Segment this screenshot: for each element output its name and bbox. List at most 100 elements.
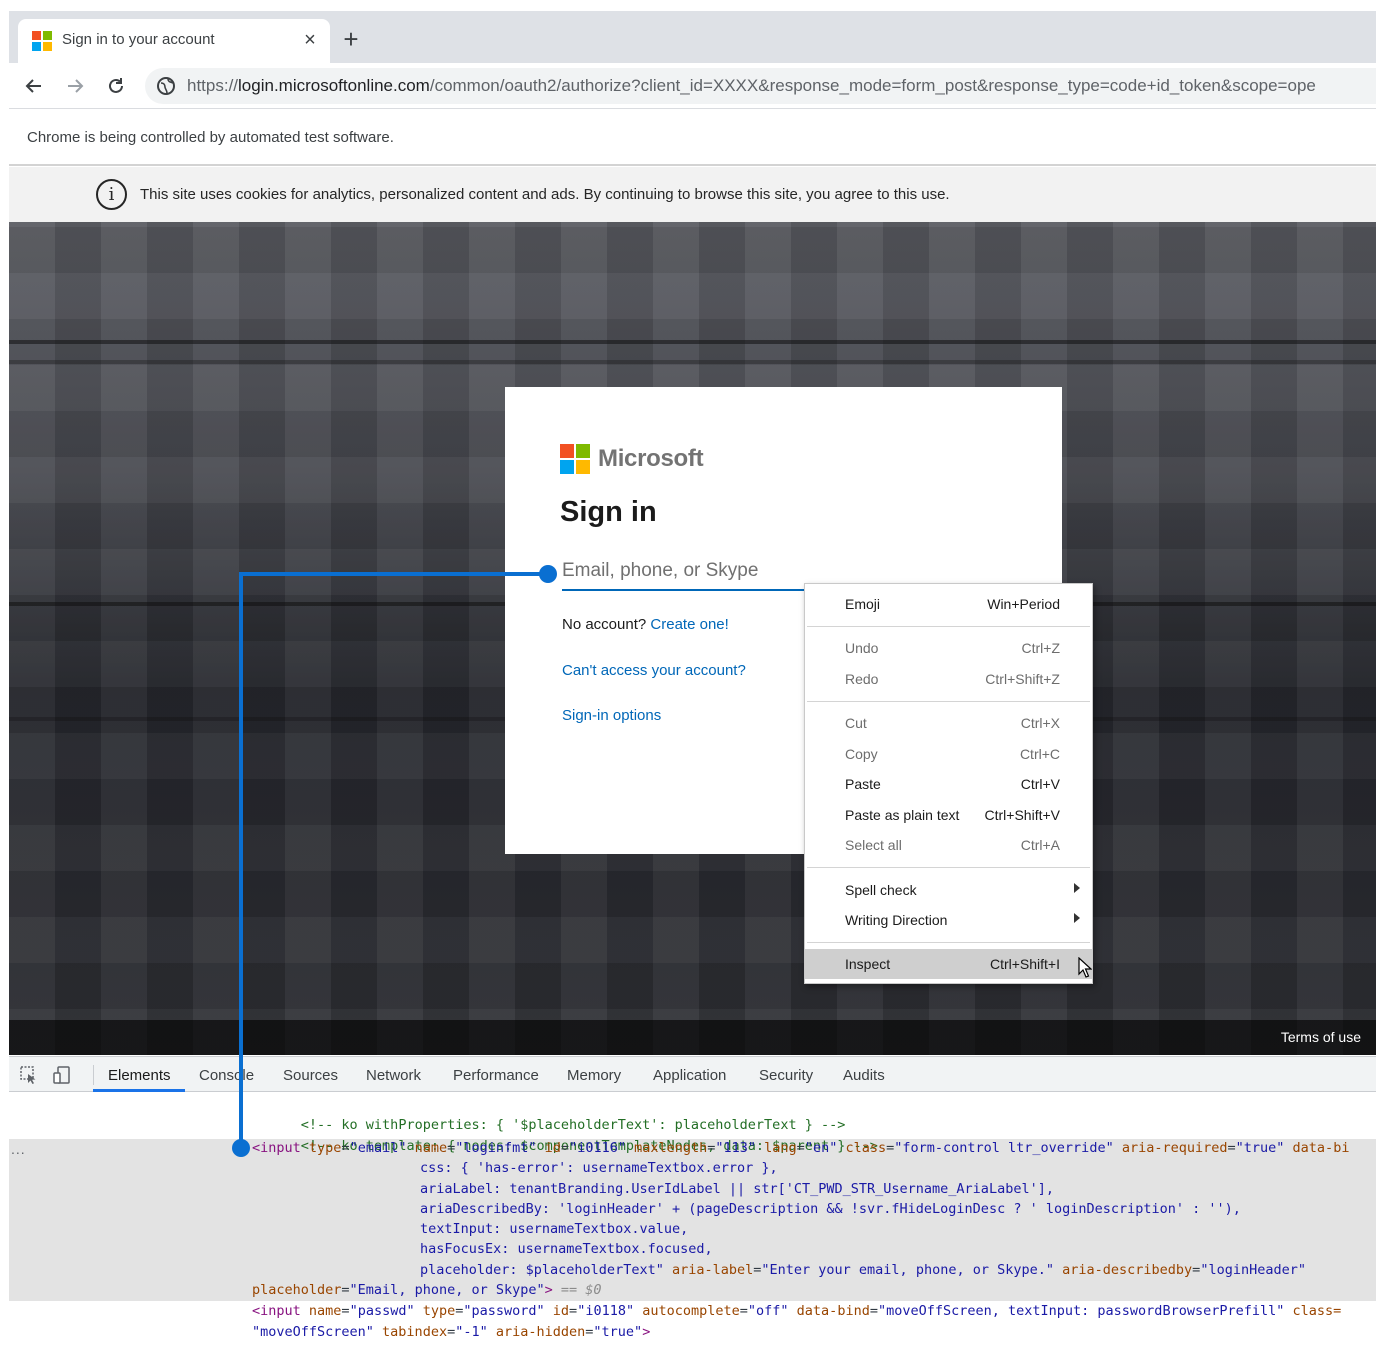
menu-item-emoji[interactable]: Emoji Win+Period bbox=[805, 589, 1092, 619]
code-text: "moveOffScreen" bbox=[252, 1324, 374, 1340]
tab-network[interactable]: Network bbox=[366, 1067, 421, 1084]
menu-item-inspect[interactable]: Inspect Ctrl+Shift+I bbox=[805, 949, 1092, 979]
code-text: "loginHeader" bbox=[1200, 1262, 1306, 1278]
page-title: Sign in bbox=[560, 496, 657, 528]
menu-item-cut[interactable]: Cut Ctrl+X bbox=[805, 708, 1092, 738]
dom-line-input-email[interactable]: <input type="email" name="loginfmt" id="… bbox=[252, 1138, 1349, 1158]
page-footer: Terms of use bbox=[9, 1020, 1376, 1055]
tab-audits[interactable]: Audits bbox=[843, 1067, 885, 1084]
code-text: > bbox=[642, 1324, 651, 1340]
url-text: https://login.microsoftonline.com/common… bbox=[187, 76, 1316, 95]
menu-item-label: Writing Direction bbox=[845, 912, 948, 928]
menu-item-shortcut: Ctrl+A bbox=[1020, 837, 1060, 853]
menu-item-paste[interactable]: Paste Ctrl+V bbox=[805, 769, 1092, 799]
tab-title: Sign in to your account bbox=[62, 31, 215, 48]
terms-of-use-link[interactable]: Terms of use bbox=[1281, 1029, 1361, 1045]
node-actions-ellipsis[interactable]: ... bbox=[11, 1141, 26, 1157]
new-tab-button[interactable]: + bbox=[337, 26, 365, 54]
menu-item-writing-direction[interactable]: Writing Direction bbox=[805, 905, 1092, 935]
email-field[interactable] bbox=[562, 553, 824, 591]
tab-performance[interactable]: Performance bbox=[453, 1067, 539, 1084]
menu-item-label: Copy bbox=[845, 746, 878, 762]
code-text: "moveOffScreen, textInput: passwordBrows… bbox=[877, 1303, 1285, 1319]
code-text: name bbox=[300, 1303, 342, 1319]
code-text: id bbox=[536, 1140, 561, 1156]
code-text: "true" bbox=[593, 1324, 643, 1340]
address-bar[interactable]: https://login.microsoftonline.com/common… bbox=[145, 68, 1376, 104]
code-text: > bbox=[544, 1282, 553, 1298]
code-text: name bbox=[406, 1140, 448, 1156]
active-tab-indicator bbox=[93, 1089, 185, 1092]
menu-item-copy[interactable]: Copy Ctrl+C bbox=[805, 739, 1092, 769]
code-text: "off" bbox=[747, 1303, 789, 1319]
browser-tab-active[interactable]: Sign in to your account × bbox=[18, 19, 330, 63]
menu-item-select-all[interactable]: Select all Ctrl+A bbox=[805, 830, 1092, 860]
code-text: aria-describedby bbox=[1054, 1262, 1193, 1278]
tab-memory[interactable]: Memory bbox=[567, 1067, 621, 1084]
code-text: "i0118" bbox=[577, 1303, 635, 1319]
create-account-link[interactable]: Create one! bbox=[650, 616, 728, 633]
site-info-icon[interactable] bbox=[156, 76, 176, 96]
tab-application[interactable]: Application bbox=[653, 1067, 726, 1084]
menu-item-shortcut: Ctrl+C bbox=[1019, 746, 1060, 762]
dom-line-input-password[interactable]: <input name="passwd" type="password" id=… bbox=[252, 1301, 1341, 1321]
back-arrow-icon[interactable] bbox=[19, 71, 49, 101]
cant-access-link[interactable]: Can't access your account? bbox=[562, 662, 746, 679]
menu-item-label: Redo bbox=[845, 671, 879, 687]
tab-security[interactable]: Security bbox=[759, 1067, 813, 1084]
devtools-panel: Elements Console Sources Network Perform… bbox=[9, 1056, 1376, 1358]
forward-arrow-icon[interactable] bbox=[60, 71, 90, 101]
toolbar-divider bbox=[93, 1065, 94, 1085]
code-text: "form-control ltr_override" bbox=[894, 1140, 1114, 1156]
inspect-element-icon[interactable] bbox=[19, 1065, 39, 1085]
code-text: "Email, phone, or Skype" bbox=[349, 1282, 545, 1298]
browser-toolbar: https://login.microsoftonline.com/common… bbox=[9, 63, 1376, 109]
close-icon[interactable]: × bbox=[298, 28, 322, 52]
code-text: css: { 'has-error': usernameTextbox.erro… bbox=[420, 1160, 778, 1176]
menu-item-shortcut: Win+Period bbox=[987, 596, 1060, 612]
menu-item-label: Paste as plain text bbox=[845, 807, 960, 823]
menu-item-paste-plain[interactable]: Paste as plain text Ctrl+Shift+V bbox=[805, 800, 1092, 830]
reload-icon[interactable] bbox=[101, 71, 131, 101]
code-text: data-bind bbox=[788, 1303, 870, 1319]
menu-item-spell-check[interactable]: Spell check bbox=[805, 875, 1092, 905]
code-text: aria-label bbox=[663, 1262, 754, 1278]
code-text: "i0116" bbox=[569, 1140, 626, 1156]
submenu-arrow-icon bbox=[1074, 913, 1080, 923]
menu-item-undo[interactable]: Undo Ctrl+Z bbox=[805, 633, 1092, 663]
device-toolbar-icon[interactable] bbox=[52, 1065, 72, 1085]
code-text: type bbox=[414, 1303, 456, 1319]
automation-infobar: Chrome is being controlled by automated … bbox=[9, 110, 1376, 166]
microsoft-logo: Microsoft bbox=[560, 444, 704, 474]
no-account-text: No account? bbox=[562, 616, 647, 633]
code-text: "en" bbox=[804, 1140, 838, 1156]
tab-elements[interactable]: Elements bbox=[108, 1067, 171, 1084]
menu-item-redo[interactable]: Redo Ctrl+Shift+Z bbox=[805, 664, 1092, 694]
code-text: id bbox=[544, 1303, 570, 1319]
code-text: textInput: usernameTextbox.value, bbox=[420, 1221, 689, 1237]
microsoft-favicon-icon bbox=[32, 31, 52, 51]
code-text: ariaLabel: tenantBranding.UserIdLabel ||… bbox=[420, 1181, 1054, 1197]
code-text: lang bbox=[756, 1140, 797, 1156]
tab-console[interactable]: Console bbox=[199, 1067, 254, 1084]
menu-item-label: Spell check bbox=[845, 882, 917, 898]
menu-item-label: Paste bbox=[845, 776, 881, 792]
dom-line-comment[interactable]: <!-- ko withProperties: { '$placeholderT… bbox=[252, 1095, 846, 1133]
code-text: type bbox=[300, 1140, 342, 1156]
mouse-cursor-icon bbox=[1078, 957, 1092, 978]
cookie-banner-text: This site uses cookies for analytics, pe… bbox=[140, 186, 950, 203]
devtools-tabbar: Elements Console Sources Network Perform… bbox=[9, 1057, 1376, 1092]
code-text: "email" bbox=[349, 1140, 407, 1156]
dom-line-comment[interactable]: <!-- ko template: { nodes: $componentTem… bbox=[252, 1116, 878, 1154]
tab-sources[interactable]: Sources bbox=[283, 1067, 338, 1084]
tab-strip: Sign in to your account × + bbox=[9, 11, 1376, 63]
menu-separator bbox=[807, 867, 1090, 868]
automation-notice: Chrome is being controlled by automated … bbox=[27, 129, 394, 146]
code-text: hasFocusEx: usernameTextbox.focused, bbox=[420, 1241, 713, 1257]
menu-item-label: Cut bbox=[845, 715, 867, 731]
signin-options-link[interactable]: Sign-in options bbox=[562, 707, 661, 724]
menu-item-shortcut: Ctrl+V bbox=[1020, 776, 1060, 792]
code-text: "loginfmt" bbox=[455, 1140, 537, 1156]
code-text: "-1" bbox=[455, 1324, 488, 1340]
menu-item-label: Inspect bbox=[845, 956, 891, 972]
